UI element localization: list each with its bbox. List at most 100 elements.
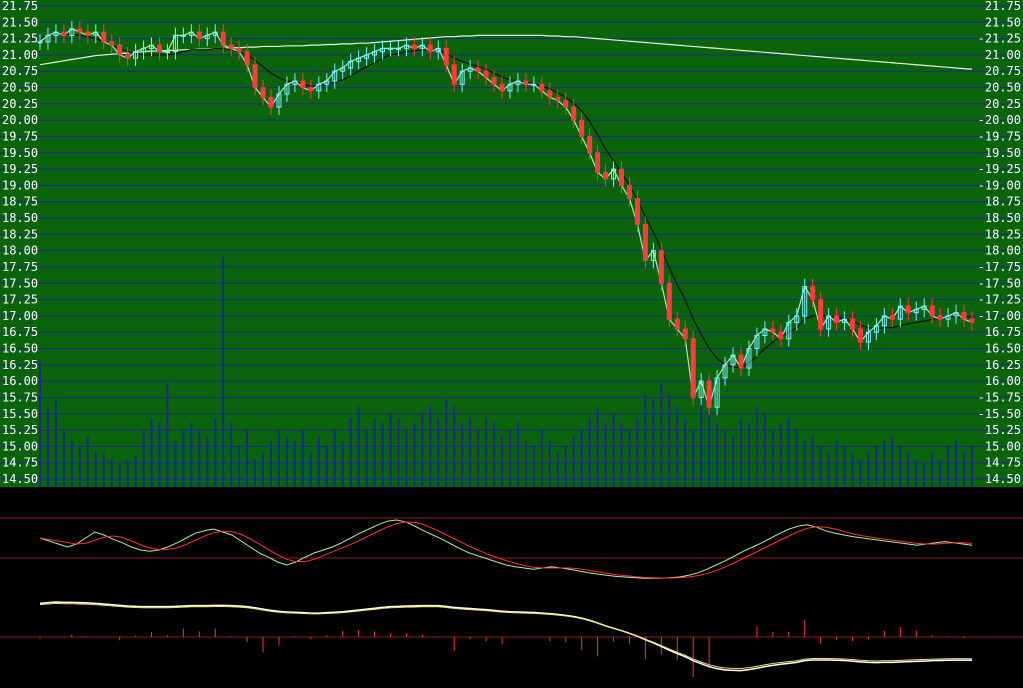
candle-body xyxy=(834,315,840,323)
y-axis-right: 21.75 21.50 -21.25 21.00 20.75 20.50 20.25 -20.… xyxy=(978,0,1021,486)
y-tick-label-right: 16.25 xyxy=(985,358,1021,372)
candle-body xyxy=(244,51,250,66)
candle-body xyxy=(634,197,640,226)
candle-body xyxy=(300,80,306,89)
y-tick-label-right: 14.75 xyxy=(985,456,1021,470)
y-tick-label: 19.25 xyxy=(2,162,38,176)
y-tick-label: 17.75 xyxy=(2,260,38,274)
candle-body xyxy=(37,41,43,44)
y-tick-label-right: 15.00 xyxy=(985,439,1021,453)
candle-body xyxy=(443,47,449,66)
y-tick-label: 21.00 xyxy=(2,48,38,62)
y-tick-label-right: 21.50 xyxy=(985,15,1021,29)
y-tick-label: 21.50 xyxy=(2,15,38,29)
y-tick-label-right: 21.00 xyxy=(985,48,1021,62)
candle-body xyxy=(810,286,816,301)
candle-body xyxy=(937,315,943,320)
y-tick-label: 18.25 xyxy=(2,227,38,241)
candle-body xyxy=(626,184,632,199)
y-tick-label: 14.50 xyxy=(2,472,38,486)
candle-body xyxy=(961,312,967,320)
candle-body xyxy=(451,64,457,85)
candle-body xyxy=(427,44,433,53)
y-tick-label: 16.25 xyxy=(2,358,38,372)
indicator-panel-background xyxy=(0,487,1023,688)
candle-body xyxy=(61,31,67,36)
y-tick-label: 15.75 xyxy=(2,390,38,404)
y-tick-label: 18.00 xyxy=(2,244,38,258)
y-tick-label-right: -17.00 xyxy=(978,309,1021,323)
y-tick-label: 17.00 xyxy=(2,309,38,323)
candle-body xyxy=(411,44,417,49)
candle-body xyxy=(77,28,83,33)
candle-body xyxy=(156,44,162,53)
y-tick-label: 17.25 xyxy=(2,293,38,307)
candle-body xyxy=(674,318,680,330)
candle-body xyxy=(889,315,895,320)
candle-body xyxy=(850,318,856,330)
y-tick-label: 15.25 xyxy=(2,423,38,437)
y-tick-label-right: -17.50 xyxy=(978,276,1021,290)
candle-body xyxy=(252,64,258,89)
candle-body xyxy=(595,152,601,173)
candle-body xyxy=(117,44,123,56)
candle-body xyxy=(164,51,170,54)
candle-body xyxy=(547,90,553,98)
y-tick-label: 20.75 xyxy=(2,64,38,78)
candle-body xyxy=(101,31,107,43)
y-tick-label: 16.50 xyxy=(2,342,38,356)
y-tick-label-right: 20.50 xyxy=(985,81,1021,95)
candle-body xyxy=(180,34,186,37)
candle-body xyxy=(499,83,505,92)
candle-body xyxy=(196,31,202,40)
candle-body xyxy=(770,328,776,333)
candle-body xyxy=(539,83,545,92)
y-tick-label-right: -20.00 xyxy=(978,113,1021,127)
candle-body xyxy=(236,47,242,53)
y-tick-label: 19.50 xyxy=(2,146,38,160)
y-tick-label-right: 16.00 xyxy=(985,374,1021,388)
y-axis-left: 21.75 21.50 21.25 21.00 20.75 20.50 20.25 20.00… xyxy=(2,0,38,486)
candle-body xyxy=(905,305,911,314)
candle-body xyxy=(642,224,648,261)
y-tick-label-right: -19.25 xyxy=(978,162,1021,176)
y-tick-label-right: 20.75 xyxy=(985,64,1021,78)
y-tick-label-right: -15.75 xyxy=(978,390,1021,404)
y-tick-label-right: 18.75 xyxy=(985,195,1021,209)
candle-body xyxy=(619,168,625,186)
candle-body xyxy=(220,31,226,46)
y-tick-label: 21.25 xyxy=(2,32,38,46)
y-tick-label-right: -21.25 xyxy=(978,32,1021,46)
stock-chart: 21.75 21.50 21.25 21.00 20.75 20.50 20.25 20.00… xyxy=(0,0,1023,688)
y-tick-label: 15.50 xyxy=(2,407,38,421)
candle-body xyxy=(706,380,712,408)
y-tick-label-right: -15.50 xyxy=(978,407,1021,421)
y-tick-label-right: 16.75 xyxy=(985,325,1021,339)
candle-body xyxy=(603,171,609,180)
candle-body xyxy=(857,328,863,343)
candle-body xyxy=(483,70,489,79)
candle-body xyxy=(395,47,401,50)
y-tick-label: 15.00 xyxy=(2,439,38,453)
candle-body xyxy=(658,250,664,284)
candle-body xyxy=(531,83,537,86)
candle-body xyxy=(523,80,529,85)
y-tick-label-right: 18.50 xyxy=(985,211,1021,225)
candle-body xyxy=(818,299,824,330)
y-tick-label-right: 20.25 xyxy=(985,97,1021,111)
candle-body xyxy=(969,318,975,323)
candle-body xyxy=(85,31,91,36)
candle-body xyxy=(571,106,577,121)
y-tick-label-right: -17.75 xyxy=(978,260,1021,274)
y-tick-label: 16.75 xyxy=(2,325,38,339)
candle-body xyxy=(475,67,481,72)
y-tick-label-right: -17.25 xyxy=(978,293,1021,307)
candle-body xyxy=(563,100,569,108)
candle-body xyxy=(491,77,497,85)
y-tick-label: 18.50 xyxy=(2,211,38,225)
y-tick-label-right: -19.75 xyxy=(978,129,1021,143)
candle-body xyxy=(260,87,266,98)
candle-body xyxy=(308,87,314,92)
y-tick-label: 17.50 xyxy=(2,276,38,290)
candle-body xyxy=(929,305,935,317)
